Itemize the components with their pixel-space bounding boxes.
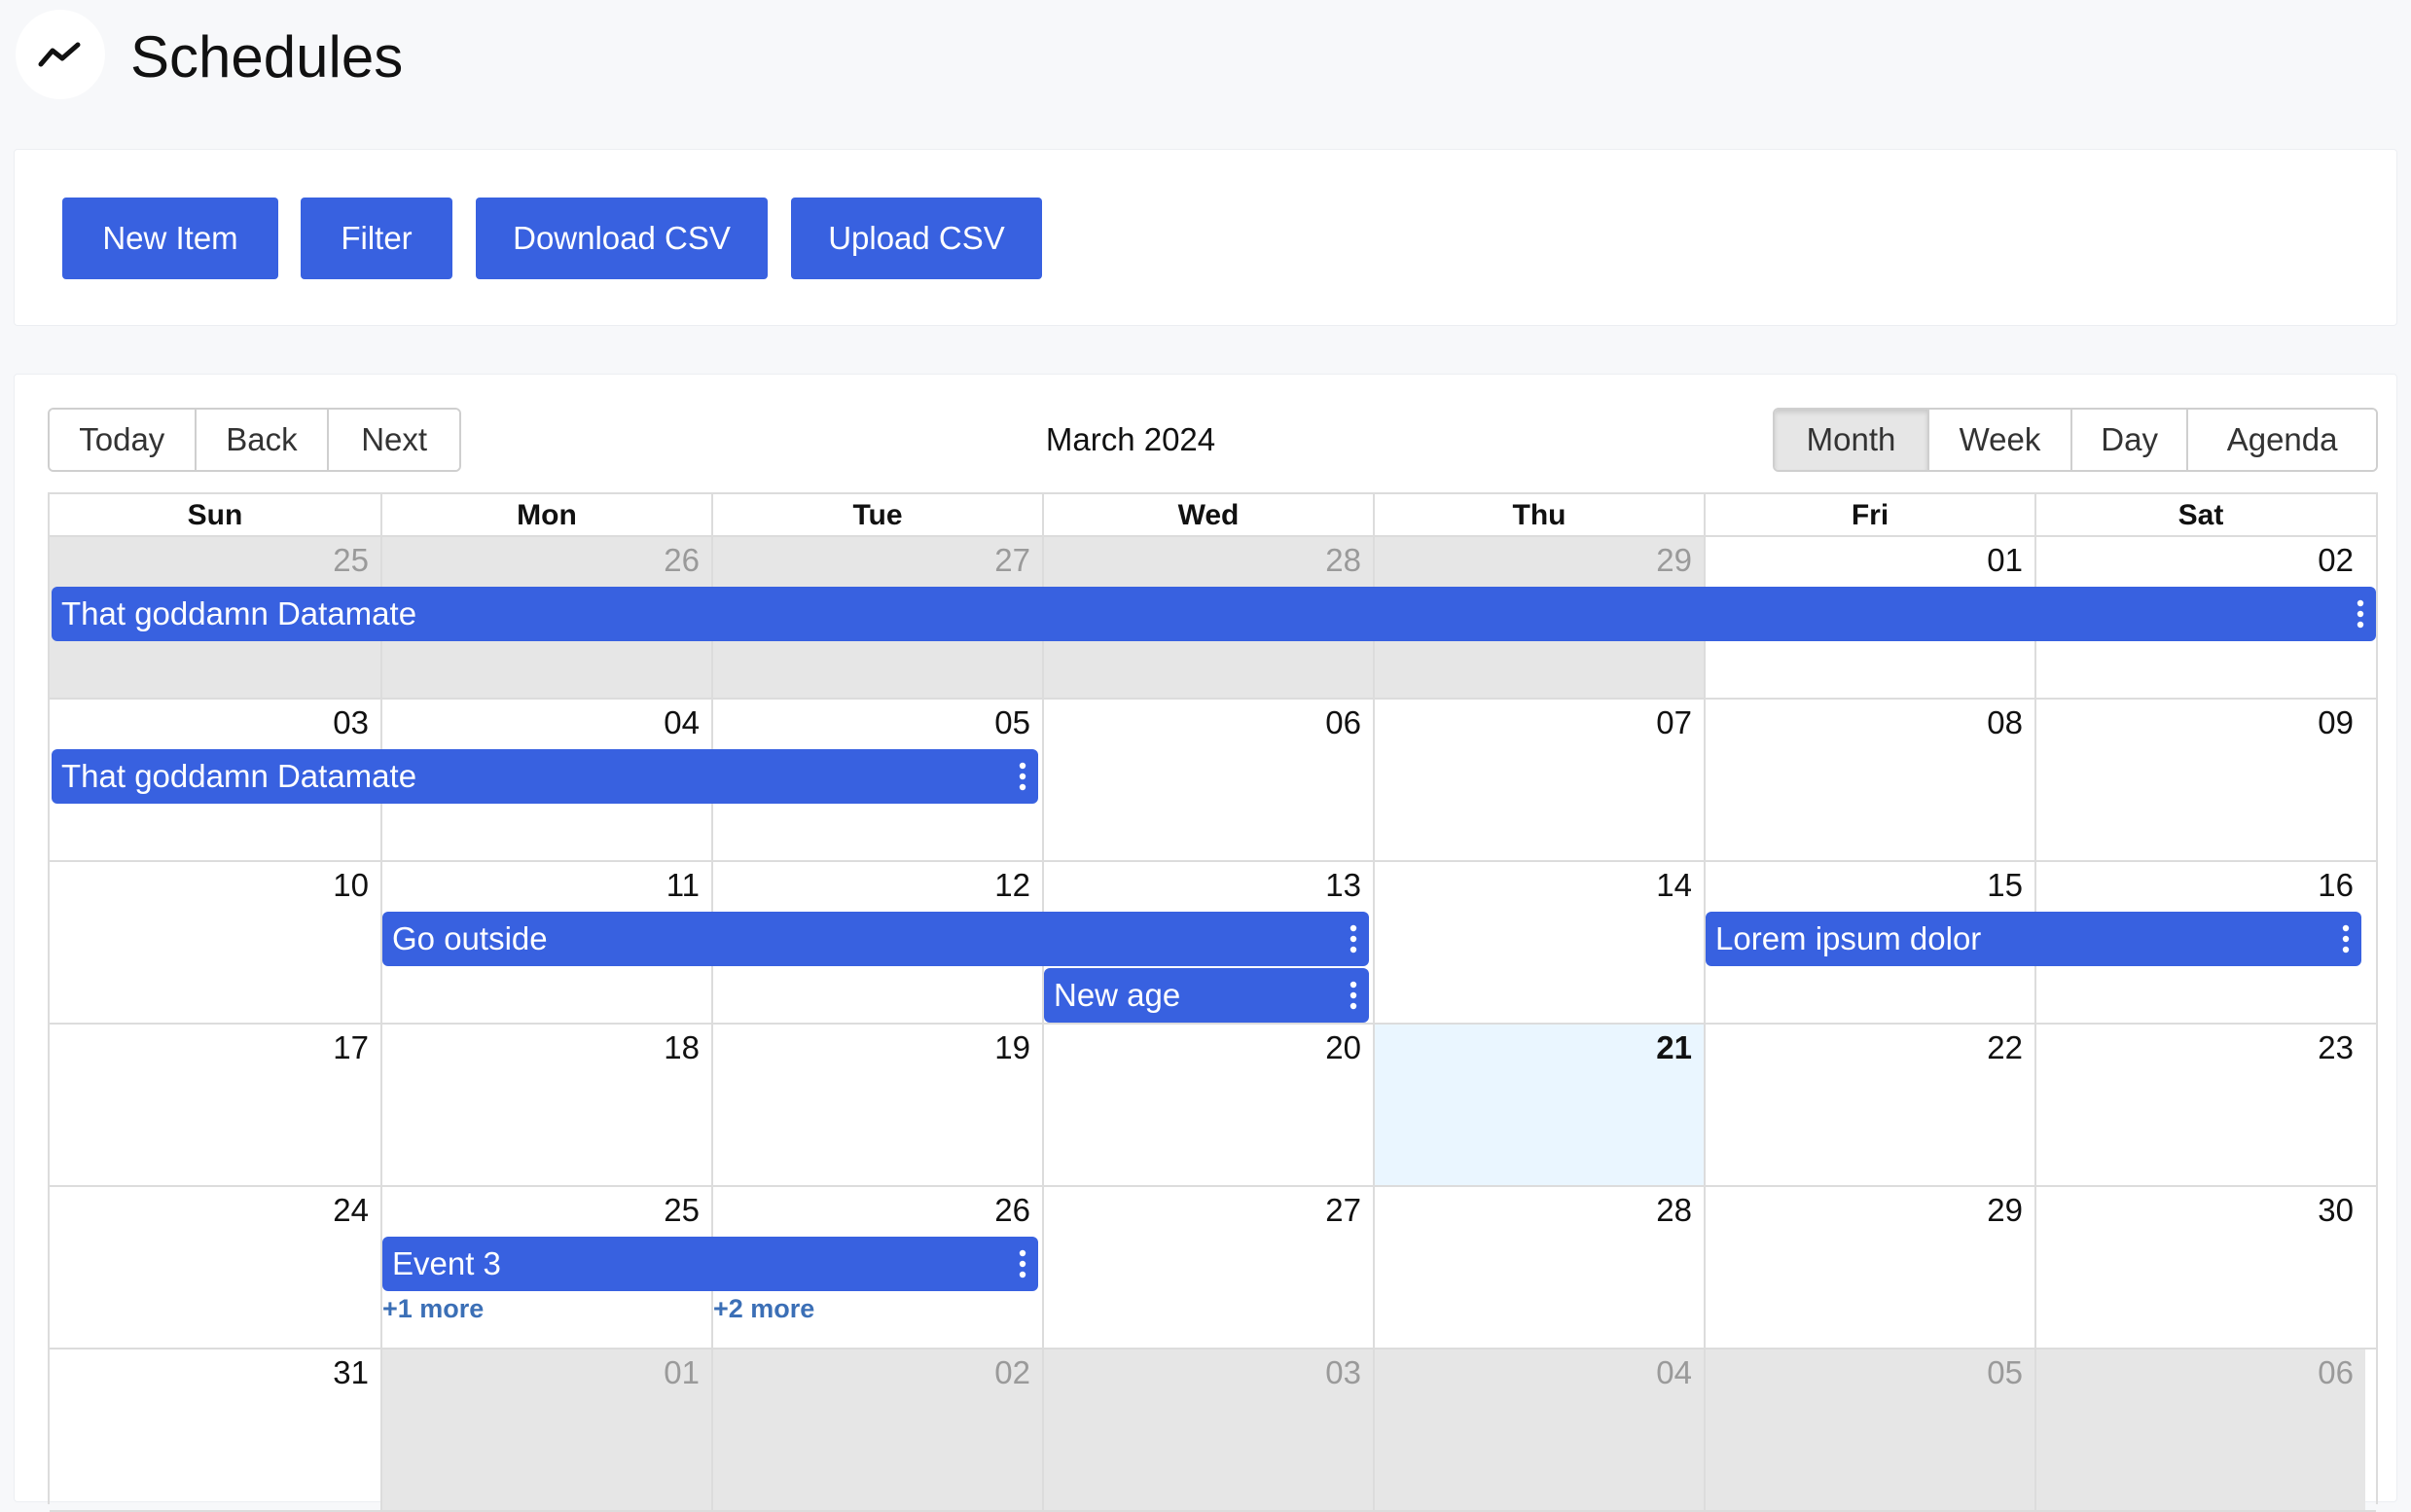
date-number[interactable]: 20 bbox=[1042, 1028, 1373, 1067]
weekday-header: Mon bbox=[380, 494, 711, 537]
date-number[interactable]: 23 bbox=[2034, 1028, 2365, 1067]
date-number[interactable]: 19 bbox=[711, 1028, 1042, 1067]
weekday-header-row: Sun Mon Tue Wed Thu Fri Sat bbox=[50, 494, 2376, 537]
view-month-button[interactable]: Month bbox=[1775, 410, 1929, 470]
date-number[interactable]: 06 bbox=[2034, 1353, 2365, 1392]
kebab-menu-icon[interactable] bbox=[1019, 761, 1026, 792]
event-title: That goddamn Datamate bbox=[61, 595, 417, 631]
date-number[interactable]: 01 bbox=[1704, 541, 2034, 580]
event-title: That goddamn Datamate bbox=[61, 758, 417, 794]
calendar-event[interactable]: Event 3 bbox=[382, 1237, 1038, 1291]
today-button[interactable]: Today bbox=[50, 410, 197, 470]
date-number[interactable]: 02 bbox=[2034, 541, 2365, 580]
weekday-header: Sat bbox=[2034, 494, 2365, 537]
calendar-month-label: March 2024 bbox=[1045, 421, 1216, 457]
date-number[interactable]: 29 bbox=[1704, 1191, 2034, 1230]
kebab-menu-icon[interactable] bbox=[2342, 923, 2350, 954]
date-number[interactable]: 11 bbox=[380, 866, 711, 905]
date-number[interactable]: 26 bbox=[711, 1191, 1042, 1230]
date-number[interactable]: 05 bbox=[711, 703, 1042, 742]
kebab-menu-icon[interactable] bbox=[1349, 980, 1357, 1011]
event-title: Go outside bbox=[392, 920, 548, 956]
calendar: Today Back Next March 2024 Month Week Da… bbox=[14, 374, 2397, 1512]
back-button[interactable]: Back bbox=[196, 410, 330, 470]
date-number[interactable]: 17 bbox=[50, 1028, 380, 1067]
event-title: Event 3 bbox=[392, 1245, 501, 1281]
date-number[interactable]: 29 bbox=[1373, 541, 1704, 580]
kebab-menu-icon[interactable] bbox=[2357, 598, 2364, 630]
upload-csv-button[interactable]: Upload CSV bbox=[791, 198, 1042, 279]
date-number[interactable]: 09 bbox=[2034, 703, 2365, 742]
toolbar: New Item Filter Download CSV Upload CSV bbox=[14, 149, 2397, 326]
new-item-button[interactable]: New Item bbox=[62, 198, 278, 279]
date-number[interactable]: 04 bbox=[380, 703, 711, 742]
view-day-button[interactable]: Day bbox=[2072, 410, 2189, 470]
date-number[interactable]: 06 bbox=[1042, 703, 1373, 742]
date-number[interactable]: 01 bbox=[380, 1353, 711, 1392]
date-number[interactable]: 22 bbox=[1704, 1028, 2034, 1067]
date-number[interactable]: 18 bbox=[380, 1028, 711, 1067]
weekday-header: Thu bbox=[1373, 494, 1704, 537]
next-button[interactable]: Next bbox=[329, 410, 459, 470]
date-number[interactable]: 30 bbox=[2034, 1191, 2365, 1230]
date-number[interactable]: 03 bbox=[1042, 1353, 1373, 1392]
kebab-menu-icon[interactable] bbox=[1019, 1248, 1026, 1279]
calendar-event[interactable]: New age bbox=[1044, 968, 1369, 1023]
date-number[interactable]: 25 bbox=[50, 541, 380, 580]
month-grid: Sun Mon Tue Wed Thu Fri Sat 25 26 27 28 29 01… bbox=[48, 492, 2378, 1512]
weekday-header: Sun bbox=[187, 499, 243, 531]
date-number[interactable]: 16 bbox=[2034, 866, 2365, 905]
show-more-link[interactable]: +2 more bbox=[713, 1294, 814, 1324]
date-number[interactable]: 05 bbox=[1704, 1353, 2034, 1392]
logo[interactable] bbox=[16, 10, 105, 99]
date-number[interactable]: 28 bbox=[1042, 541, 1373, 580]
weekday-header: Fri bbox=[1704, 494, 2034, 537]
date-number[interactable]: 27 bbox=[1042, 1191, 1373, 1230]
date-number[interactable]: 31 bbox=[50, 1353, 380, 1392]
date-number[interactable]: 21 bbox=[1373, 1028, 1704, 1067]
calendar-view-group: Month Week Day Agenda bbox=[1773, 408, 2378, 472]
show-more-link[interactable]: +1 more bbox=[382, 1294, 484, 1324]
weekday-header: Wed bbox=[1042, 494, 1373, 537]
kebab-menu-icon[interactable] bbox=[1349, 923, 1357, 954]
view-agenda-button[interactable]: Agenda bbox=[2188, 410, 2376, 470]
date-number[interactable]: 15 bbox=[1704, 866, 2034, 905]
date-number[interactable]: 03 bbox=[50, 703, 380, 742]
date-number[interactable]: 26 bbox=[380, 541, 711, 580]
date-number[interactable]: 04 bbox=[1373, 1353, 1704, 1392]
week-row: 31 01 02 03 04 05 06 bbox=[50, 1350, 2376, 1512]
calendar-event[interactable]: Go outside bbox=[382, 912, 1369, 966]
date-number[interactable]: 10 bbox=[50, 866, 380, 905]
event-title: New age bbox=[1054, 977, 1181, 1013]
date-number[interactable]: 28 bbox=[1373, 1191, 1704, 1230]
date-number[interactable]: 14 bbox=[1373, 866, 1704, 905]
date-number[interactable]: 13 bbox=[1042, 866, 1373, 905]
date-number[interactable]: 02 bbox=[711, 1353, 1042, 1392]
view-week-button[interactable]: Week bbox=[1928, 410, 2073, 470]
date-number[interactable]: 25 bbox=[380, 1191, 711, 1230]
filter-button[interactable]: Filter bbox=[301, 198, 452, 279]
page-title: Schedules bbox=[130, 24, 404, 90]
date-number[interactable]: 08 bbox=[1704, 703, 2034, 742]
date-number[interactable]: 07 bbox=[1373, 703, 1704, 742]
date-number[interactable]: 24 bbox=[50, 1191, 380, 1230]
week-row: 17 18 19 20 21 22 23 bbox=[50, 1025, 2376, 1187]
trend-line-icon bbox=[38, 42, 81, 67]
page-header: Schedules bbox=[0, 0, 2411, 136]
calendar-event[interactable]: That goddamn Datamate bbox=[52, 587, 2376, 641]
calendar-event[interactable]: That goddamn Datamate bbox=[52, 749, 1038, 804]
date-number[interactable]: 12 bbox=[711, 866, 1042, 905]
date-number[interactable]: 27 bbox=[711, 541, 1042, 580]
weekday-header: Tue bbox=[711, 494, 1042, 537]
download-csv-button[interactable]: Download CSV bbox=[476, 198, 768, 279]
calendar-event[interactable]: Lorem ipsum dolor bbox=[1706, 912, 2361, 966]
event-title: Lorem ipsum dolor bbox=[1715, 920, 1982, 956]
calendar-nav-group: Today Back Next bbox=[48, 408, 461, 472]
